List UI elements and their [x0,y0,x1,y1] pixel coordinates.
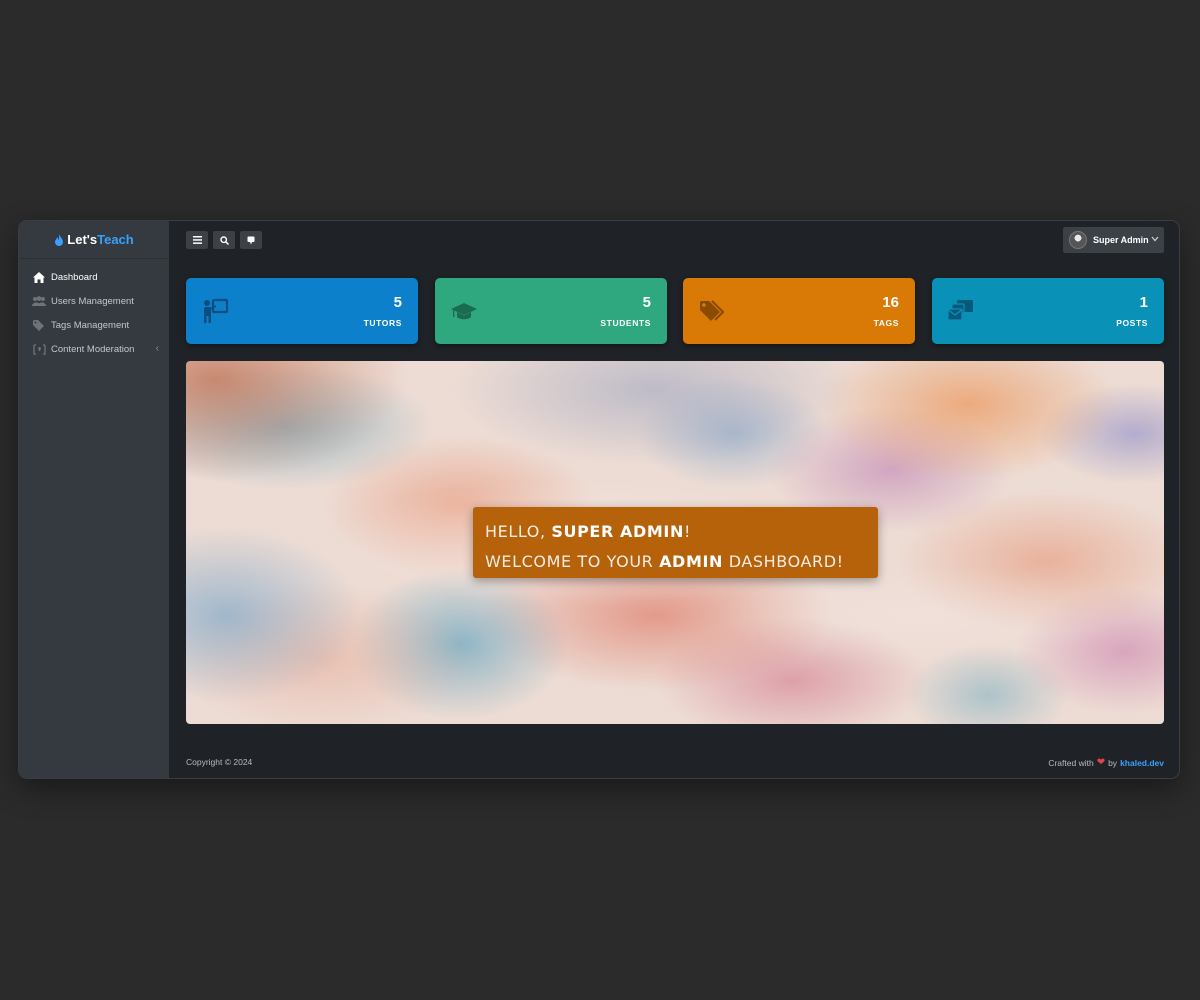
sidebar-item-tags[interactable]: Tags Management [19,313,169,337]
stat-card-posts[interactable]: 1 POSTS [932,278,1164,344]
users-icon [32,295,46,307]
mail-bulk-icon [947,300,973,321]
stat-value: 16 [882,294,899,311]
greeting-name: SUPER ADMIN [551,522,684,541]
sidebar-item-content-moderation[interactable]: Content Moderation ‹ [19,337,169,361]
graduation-cap-icon [451,303,477,320]
comment-icon [247,236,255,244]
sidebar-item-label: Dashboard [51,271,98,283]
sidebar: Let's Teach Dashboard Users Management Ta… [19,221,169,778]
stat-value: 5 [393,294,402,311]
topbar: Super Admin [169,221,1179,259]
tags-icon [700,300,725,321]
welcome-role: ADMIN [659,552,724,571]
brand-name-part1: Let's [67,232,98,247]
footer-credit: Crafted with ❤ by khaled.dev [1048,757,1164,768]
search-icon [219,235,229,245]
stat-label: TUTORS [363,318,402,328]
chevron-left-icon[interactable]: ‹ [156,343,159,354]
sidebar-item-dashboard[interactable]: Dashboard [19,265,169,289]
author-link[interactable]: khaled.dev [1120,758,1164,768]
stat-card-students[interactable]: 5 STUDENTS [435,278,667,344]
messages-button[interactable] [240,231,262,249]
stat-card-tags[interactable]: 16 TAGS [683,278,915,344]
stat-label: POSTS [1116,318,1148,328]
search-button[interactable] [213,231,235,249]
greeting-punct: ! [683,522,691,541]
flame-icon [55,233,64,246]
home-icon [32,271,46,283]
app-window: Let's Teach Dashboard Users Management Ta… [19,221,1179,778]
by-text: by [1108,757,1118,768]
menu-icon [192,236,202,244]
avatar [1069,231,1087,249]
brand-logo[interactable]: Let's Teach [19,221,169,259]
welcome-message: HELLO, SUPER ADMIN! WELCOME TO YOUR ADMI… [473,507,878,578]
user-menu[interactable]: Super Admin [1063,227,1164,253]
hero-banner: HELLO, SUPER ADMIN! WELCOME TO YOUR ADMI… [186,361,1164,724]
menu-toggle-button[interactable] [186,231,208,249]
welcome-line-2: WELCOME TO YOUR ADMIN DASHBOARD! [485,547,866,577]
sidebar-nav: Dashboard Users Management Tags Manageme… [19,265,169,361]
stat-value: 5 [642,294,651,311]
brand-name-part2: Teach [97,232,134,247]
tags-icon [32,319,46,331]
sidebar-item-users[interactable]: Users Management [19,289,169,313]
sidebar-item-label: Users Management [51,295,134,307]
sidebar-item-label: Content Moderation [51,343,135,355]
user-name: Super Admin [1093,235,1149,245]
teacher-icon [204,298,229,323]
greeting-text: HELLO, [485,522,552,541]
moderation-icon [32,343,46,355]
chevron-down-icon [1151,236,1159,242]
sidebar-item-label: Tags Management [51,319,130,331]
welcome-line-1: HELLO, SUPER ADMIN! [485,517,866,547]
stat-card-tutors[interactable]: 5 TUTORS [186,278,418,344]
stat-label: TAGS [873,318,899,328]
crafted-text: Crafted with [1048,757,1094,768]
heart-icon: ❤ [1096,757,1106,768]
copyright-text: Copyright © 2024 [186,757,253,767]
stat-value: 1 [1139,294,1148,311]
welcome-suffix: DASHBOARD! [723,552,844,571]
welcome-text: WELCOME TO YOUR [485,552,660,571]
stat-label: STUDENTS [600,318,651,328]
